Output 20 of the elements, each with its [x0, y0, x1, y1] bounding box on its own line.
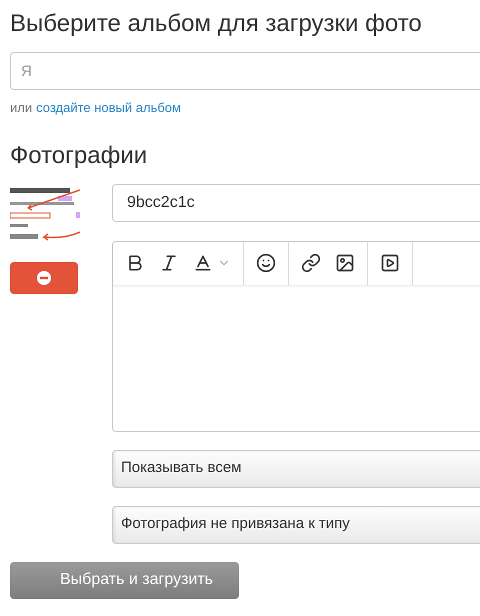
link-icon: [301, 253, 321, 273]
link-button[interactable]: [301, 253, 321, 273]
smiley-icon: [256, 253, 276, 273]
photos-heading: Фотографии: [10, 140, 148, 170]
page-title: Выберите альбом для загрузки фото: [10, 9, 423, 39]
text-color-icon: [193, 253, 213, 273]
play-icon: [380, 253, 400, 273]
hint-text: или: [10, 99, 32, 117]
photo-title-field[interactable]: 9bcc2c1c: [112, 184, 480, 222]
delete-button[interactable]: [10, 262, 78, 294]
select-field[interactable]: Фотография не привязана к типу: [112, 506, 480, 544]
create-album-link[interactable]: создайте новый альбом: [36, 98, 181, 118]
album-field[interactable]: Я: [10, 52, 480, 90]
image-icon: [335, 253, 355, 273]
image-button[interactable]: [335, 253, 355, 273]
select-field[interactable]: Показывать всем: [112, 450, 480, 488]
play-button[interactable]: [380, 253, 400, 273]
text-color-button[interactable]: [193, 253, 231, 273]
smiley-button[interactable]: [256, 253, 276, 273]
minus-circle-icon: [37, 270, 51, 284]
